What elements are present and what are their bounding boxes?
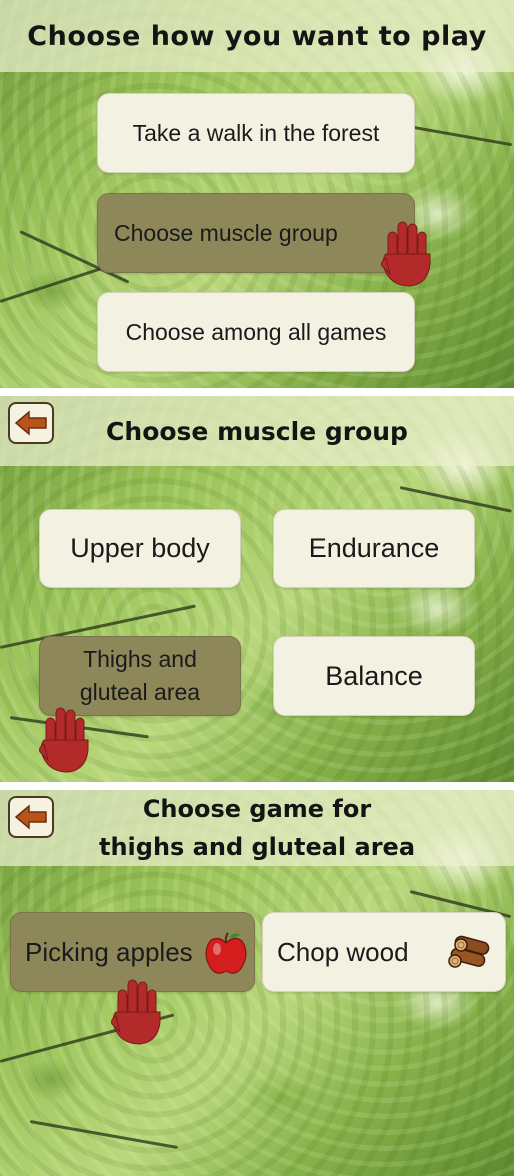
hand-cursor-icon xyxy=(39,707,89,773)
back-button[interactable] xyxy=(8,402,54,444)
button-label: Choose among all games xyxy=(125,318,387,345)
back-arrow-icon xyxy=(14,410,47,436)
button-label: Picking apples xyxy=(25,936,193,967)
button-label: Upper body xyxy=(70,533,210,563)
button-label: Thighs and gluteal area xyxy=(79,646,201,705)
take-walk-button[interactable]: Take a walk in the forest xyxy=(97,93,415,173)
endurance-button[interactable]: Endurance xyxy=(273,509,475,588)
back-button[interactable] xyxy=(8,796,54,838)
button-label: Take a walk in the forest xyxy=(132,119,380,146)
title-text: Choose muscle group xyxy=(106,416,408,446)
panel-play-mode: Choose how you want to play Take a walk … xyxy=(0,0,514,388)
button-label: Balance xyxy=(325,660,423,691)
wood-logs-icon xyxy=(448,935,490,968)
choose-all-games-button[interactable]: Choose among all games xyxy=(97,292,415,372)
apple-icon xyxy=(205,932,247,974)
branch-decoration xyxy=(29,1120,178,1150)
button-label: Endurance xyxy=(308,533,440,563)
balance-button[interactable]: Balance xyxy=(273,636,475,716)
hand-cursor-icon xyxy=(381,221,431,287)
title-line-2: thighs and gluteal area xyxy=(98,833,416,861)
hand-cursor-icon xyxy=(111,979,161,1045)
back-arrow-icon xyxy=(14,804,47,830)
page-title: Choose muscle group xyxy=(0,396,514,466)
title-text: Choose how you want to play xyxy=(27,20,487,52)
page-title: Choose how you want to play xyxy=(0,0,514,72)
panel-choose-game: Choose game for thighs and gluteal area … xyxy=(0,790,514,1176)
title-line-1: Choose game for xyxy=(142,795,372,823)
upper-body-button[interactable]: Upper body xyxy=(39,509,241,588)
panel-muscle-group: Choose muscle group Upper body Endurance… xyxy=(0,396,514,782)
choose-muscle-group-button[interactable]: Choose muscle group xyxy=(97,193,415,273)
chop-wood-button[interactable]: Chop wood xyxy=(262,912,506,992)
button-label: Choose muscle group xyxy=(114,219,338,246)
button-label: Chop wood xyxy=(277,936,409,967)
page-title: Choose game for thighs and gluteal area xyxy=(0,790,514,866)
